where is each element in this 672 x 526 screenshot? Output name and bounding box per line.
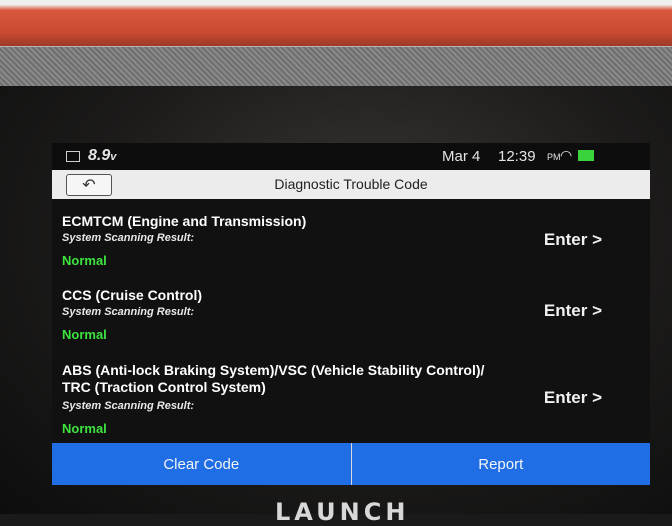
enter-button[interactable]: Enter > xyxy=(544,301,602,321)
status-badge: Normal xyxy=(62,327,107,342)
device-rim xyxy=(0,0,672,46)
system-row-ccs[interactable]: CCS (Cruise Control) System Scanning Res… xyxy=(52,287,650,349)
system-row-abs-vsc-trc[interactable]: ABS (Anti-lock Braking System)/VSC (Vehi… xyxy=(52,362,650,442)
status-bar: 8.9v Mar 4 12:39 PM ◠ xyxy=(52,143,650,170)
clear-code-button[interactable]: Clear Code xyxy=(52,443,351,485)
bottom-action-bar: Clear Code Report xyxy=(52,443,650,485)
system-name-line1: ABS (Anti-lock Braking System)/VSC (Vehi… xyxy=(62,362,485,378)
voltage-readout: 8.9v xyxy=(88,147,117,164)
system-row-ecmtcm[interactable]: ECMTCM (Engine and Transmission) System … xyxy=(52,213,650,275)
screen: 8.9v Mar 4 12:39 PM ◠ ↶ Diagnostic Troub… xyxy=(52,143,650,485)
vehicle-battery-icon xyxy=(66,151,80,162)
scan-result-label: System Scanning Result: xyxy=(62,400,195,412)
status-badge: Normal xyxy=(62,421,107,436)
scan-result-label: System Scanning Result: xyxy=(62,306,195,318)
time-text: 12:39 xyxy=(498,148,536,165)
status-badge: Normal xyxy=(62,253,107,268)
system-list: ECMTCM (Engine and Transmission) System … xyxy=(52,199,650,443)
system-name: ECMTCM (Engine and Transmission) xyxy=(62,213,307,229)
scan-result-label: System Scanning Result: xyxy=(62,232,195,244)
device-grip xyxy=(0,46,672,87)
system-name-line2: TRC (Traction Control System) xyxy=(62,379,266,395)
wifi-icon: ◠ xyxy=(560,147,573,163)
device-brand-logo: LAUNCH xyxy=(275,498,410,526)
system-name: CCS (Cruise Control) xyxy=(62,287,202,303)
date-text: Mar 4 xyxy=(442,148,481,165)
page-title: Diagnostic Trouble Code xyxy=(274,176,428,192)
enter-button[interactable]: Enter > xyxy=(544,388,602,408)
enter-button[interactable]: Enter > xyxy=(544,230,602,250)
report-button[interactable]: Report xyxy=(350,443,650,485)
title-bar: ↶ Diagnostic Trouble Code xyxy=(52,170,650,199)
battery-icon xyxy=(578,150,594,161)
ampm-text: PM xyxy=(547,152,561,162)
